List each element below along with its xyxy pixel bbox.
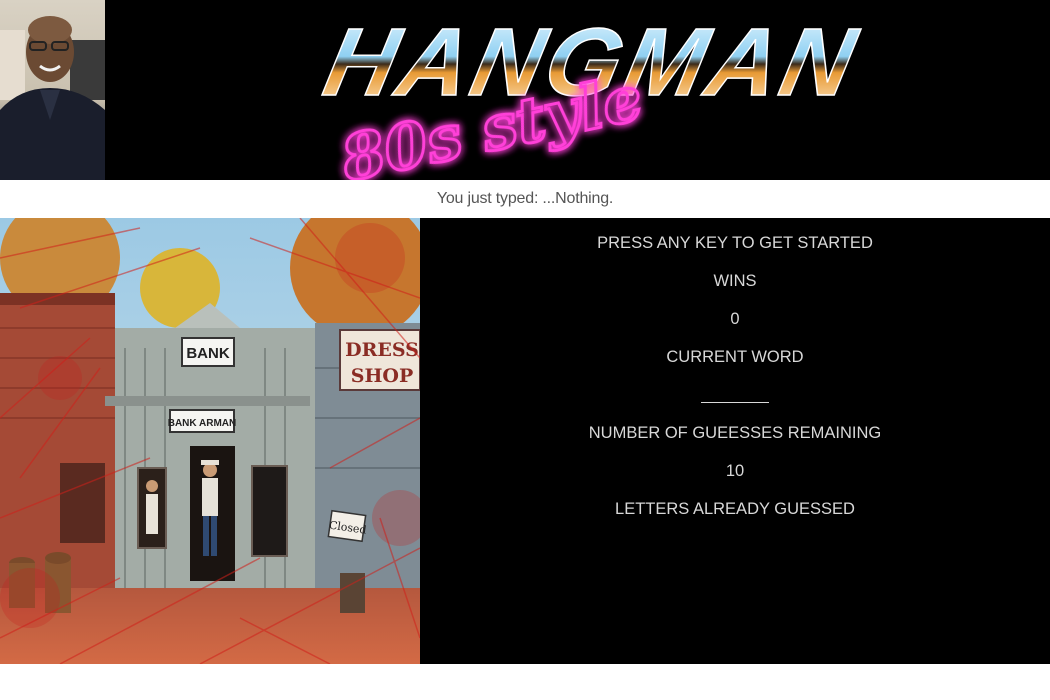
typed-status: You just typed: ...Nothing. [0,180,1050,218]
western-town-image: BANK BANK ARMAN DRESS SHOP Closed [0,218,420,664]
bank-scene: BANK BANK ARMAN DRESS SHOP Closed [0,218,420,664]
sign-bank: BANK [186,345,229,362]
page-footer-space [0,664,1050,700]
sign-shop: SHOP [351,365,414,387]
guesses-label: NUMBER OF GUEESSES REMAINING [588,424,882,442]
start-prompt: PRESS ANY KEY TO GET STARTED [597,234,873,252]
header-banner: HANGMAN 80s style [105,0,1050,180]
current-word-blanks [701,402,769,403]
typed-text: You just typed: ...Nothing. [436,190,614,207]
webcam-overlay [0,0,105,180]
wins-label: WINS [713,272,757,290]
game-info-panel: PRESS ANY KEY TO GET STARTED WINS 0 CURR… [420,218,1050,664]
presenter-video [0,16,105,180]
sign-bank-arman: BANK ARMAN [168,418,237,429]
current-word-label: CURRENT WORD [666,348,804,366]
letters-guessed-label: LETTERS ALREADY GUESSED [615,500,855,518]
sign-dress: DRESS [345,339,419,361]
hangman-logo: HANGMAN 80s style [315,7,869,180]
wins-value: 0 [730,310,740,328]
guesses-value: 10 [725,462,745,480]
